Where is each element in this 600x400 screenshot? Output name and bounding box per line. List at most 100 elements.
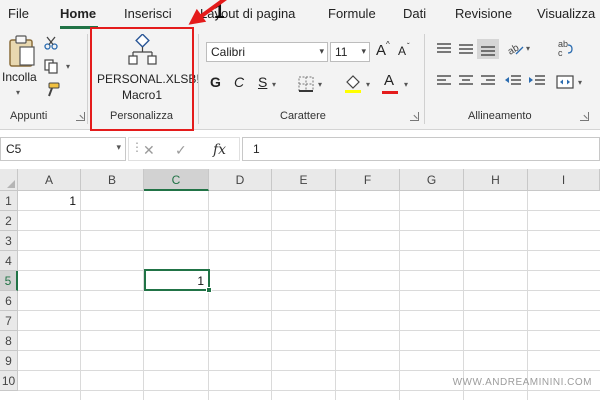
decrease-indent-icon[interactable] [504,74,522,88]
grow-arrow-icon: ^ [386,40,390,49]
underline-button[interactable]: S [258,74,267,90]
align-right-icon[interactable] [480,74,496,88]
tab-dati[interactable]: Dati [403,6,426,21]
chevron-down-icon: ▾ [361,46,366,56]
column-header-g[interactable]: G [400,169,464,191]
row-header-3[interactable]: 3 [0,231,18,251]
borders-icon[interactable] [298,76,314,92]
group-separator [198,34,199,124]
dialog-launcher-icon[interactable] [76,112,85,121]
row-header-2[interactable]: 2 [0,211,18,231]
tab-inserisci[interactable]: Inserisci [124,6,172,21]
gridline [399,191,400,400]
merge-center-icon[interactable] [556,74,574,90]
chevron-down-icon[interactable]: ▾ [526,44,530,53]
font-size-select[interactable]: 11 ▾ [330,42,370,62]
column-header-a[interactable]: A [18,169,81,191]
gridline [18,210,600,211]
row-header-6[interactable]: 6 [0,291,18,311]
gridline [527,191,528,400]
chevron-down-icon[interactable]: ▾ [318,80,322,89]
row-header-7[interactable]: 7 [0,311,18,331]
chevron-down-icon[interactable]: ▾ [578,78,582,87]
name-box[interactable]: C5 ▾ [0,137,126,161]
row-header-9[interactable]: 9 [0,351,18,371]
row-header-1[interactable]: 1 [0,191,18,211]
group-label-appunti: Appunti [10,110,48,122]
tab-file[interactable]: File [8,6,29,21]
scissors-icon[interactable] [44,36,58,50]
font-color-swatch [382,91,398,94]
dialog-launcher-icon[interactable] [580,112,589,121]
row-header-4[interactable]: 4 [0,251,18,271]
enter-icon[interactable]: ✓ [175,142,187,159]
chevron-down-icon[interactable]: ▾ [404,80,408,89]
column-header-i[interactable]: I [528,169,600,191]
align-top-icon[interactable] [436,42,452,56]
formula-input[interactable]: 1 [242,137,600,161]
clipboard-icon [9,35,35,67]
chevron-down-icon[interactable]: ▾ [366,80,370,89]
fill-color-icon[interactable] [344,74,362,94]
orientation-icon[interactable]: ab [506,40,524,56]
increase-indent-icon[interactable] [528,74,546,88]
italic-button[interactable]: C [234,74,244,90]
grow-font-button[interactable]: A [376,42,386,59]
copy-icon[interactable] [44,59,58,74]
insert-function-button[interactable]: fx [213,142,226,158]
dialog-launcher-icon[interactable] [410,112,419,121]
font-name-value: Calibri [211,45,246,59]
group-label-allineamento: Allineamento [468,110,532,122]
tab-formule[interactable]: Formule [328,6,376,21]
select-all-button[interactable] [0,169,18,191]
tab-revisione[interactable]: Revisione [455,6,512,21]
svg-text:c: c [558,48,563,58]
gridline [335,191,336,400]
group-separator [87,34,88,124]
gridline [18,330,600,331]
highlight-box [90,27,194,131]
chevron-down-icon: ▾ [116,142,121,152]
spreadsheet-grid: A B C D E F G H I 1 2 3 4 5 6 7 8 9 10 1… [0,169,600,400]
tab-visualizza[interactable]: Visualizza [537,6,595,21]
align-middle-icon[interactable] [458,42,474,56]
gridline [18,370,600,371]
cell-a1[interactable]: 1 [18,191,80,211]
fill-handle[interactable] [206,287,212,293]
gridline [143,191,144,400]
align-bottom-button[interactable] [477,39,499,59]
row-header-8[interactable]: 8 [0,331,18,351]
column-header-f[interactable]: F [336,169,400,191]
shrink-font-button[interactable]: A [398,44,406,58]
gridline [18,390,600,391]
chevron-down-icon: ▾ [16,88,21,97]
chevron-down-icon: ▾ [319,46,324,56]
gridline [18,250,600,251]
row-header-10[interactable]: 10 [0,371,18,391]
paste-label: Incolla [2,70,37,84]
gridline [18,290,600,291]
gridline [18,310,600,311]
formula-controls: ⋮ ✕ ✓ fx [128,137,240,161]
column-header-d[interactable]: D [209,169,272,191]
drag-handle-icon: ⋮ [131,140,143,154]
wrap-text-icon[interactable]: ab c [556,38,574,58]
row-header-5[interactable]: 5 [0,271,18,291]
align-left-icon[interactable] [436,74,452,88]
align-center-icon[interactable] [458,74,474,88]
chevron-down-icon[interactable]: ▾ [272,80,276,89]
gridline [271,191,272,400]
chevron-down-icon[interactable]: ▾ [66,62,70,71]
menu-bar: File Home Inserisci Layout di pagina For… [0,0,600,30]
gridline [208,191,209,400]
cancel-icon[interactable]: ✕ [143,142,155,159]
column-header-b[interactable]: B [81,169,144,191]
column-header-e[interactable]: E [272,169,336,191]
tab-home[interactable]: Home [60,6,96,21]
bold-button[interactable]: G [210,74,221,90]
column-header-h[interactable]: H [464,169,528,191]
column-header-c[interactable]: C [144,169,209,191]
font-name-select[interactable]: Calibri ▾ [206,42,328,62]
font-color-label: A [384,72,395,89]
format-painter-icon[interactable] [44,82,60,98]
